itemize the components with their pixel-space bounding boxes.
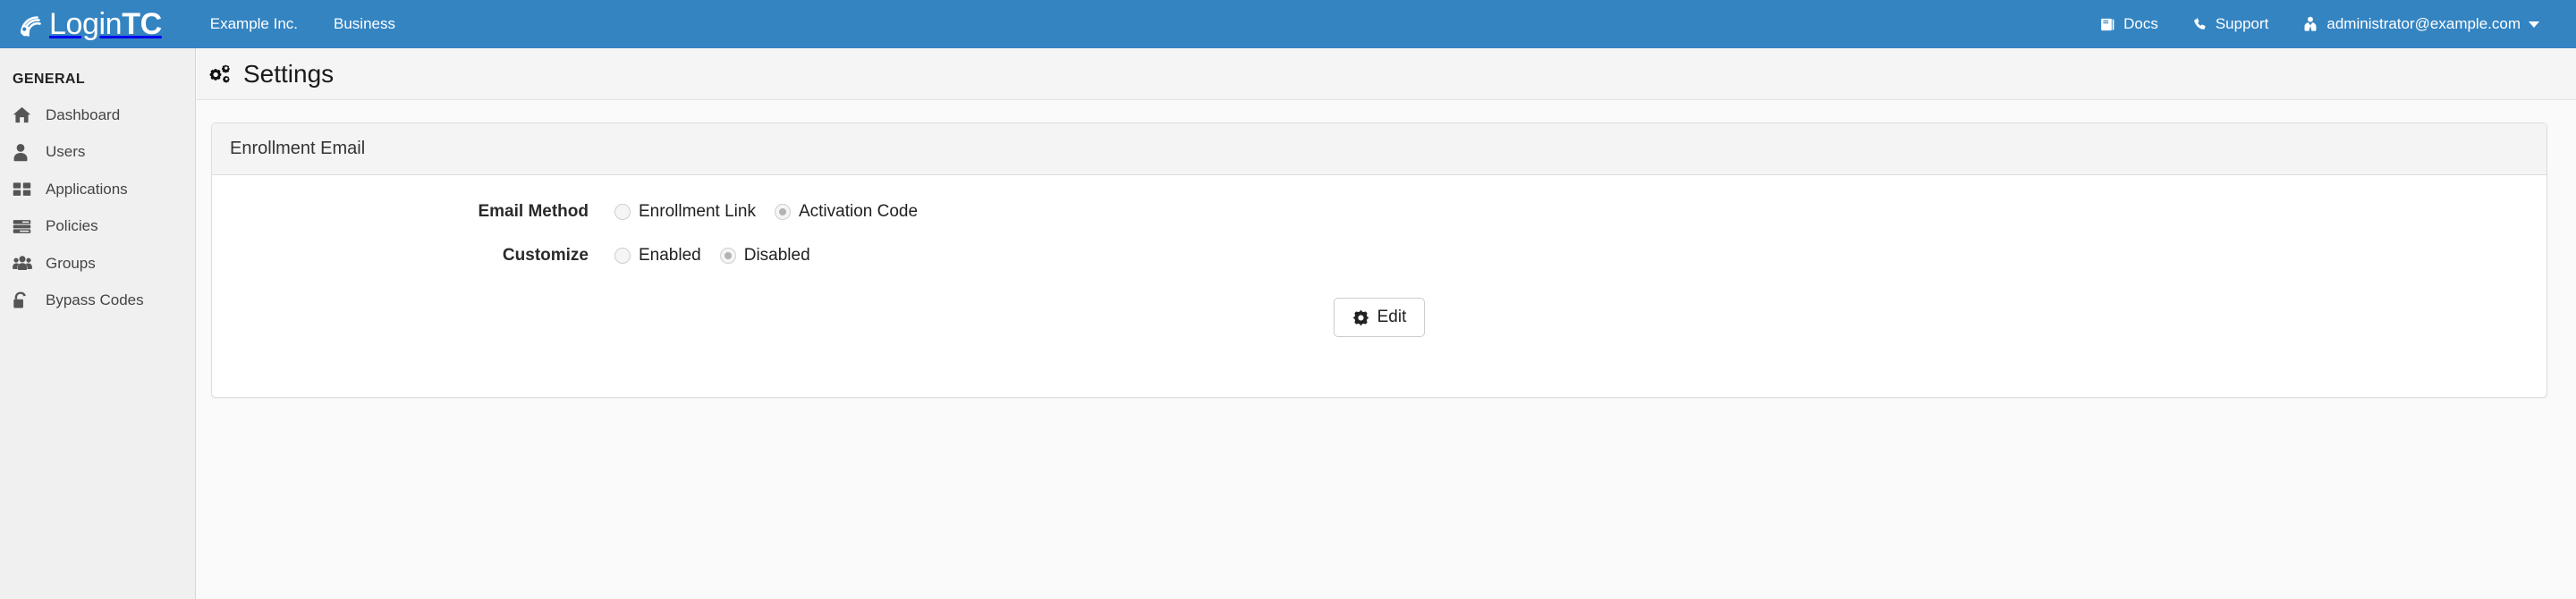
sidebar-item-label: Users [46, 143, 86, 161]
radio-label: Enabled [639, 246, 701, 265]
users-icon [13, 254, 38, 273]
account-email-label: administrator@example.com [2326, 15, 2521, 32]
brand-text-light: Login [49, 7, 123, 41]
radio-option-enrollment-link[interactable]: Enrollment Link [614, 202, 756, 222]
sidebar: GENERAL Dashboard Users Applications Pol… [0, 48, 196, 599]
page-header: Settings [197, 48, 2576, 100]
radio-label: Activation Code [798, 202, 919, 221]
user-icon [13, 143, 38, 162]
form-label-customize: Customize [502, 246, 589, 265]
cog-icon [1352, 308, 1369, 326]
nav-right-group: Docs Support administrator@example.com [2083, 0, 2576, 48]
sidebar-item-label: Bypass Codes [46, 291, 144, 309]
form-row-customize: Customize Enabled Disabled [230, 246, 2529, 266]
radio-group-email-method: Enrollment Link Activation Code [614, 202, 936, 222]
radio-option-activation-code[interactable]: Activation Code [774, 202, 919, 222]
sidebar-item-dashboard[interactable]: Dashboard [0, 97, 195, 134]
sidebar-item-label: Applications [46, 180, 128, 198]
panel-title: Enrollment Email [212, 123, 2546, 175]
nav-link-support[interactable]: Support [2175, 0, 2286, 48]
brand-wordmark: LoginTC [49, 9, 162, 39]
radio-label: Enrollment Link [639, 202, 756, 221]
edit-button[interactable]: Edit [1333, 298, 1426, 337]
nav-link-docs-label: Docs [2123, 15, 2158, 32]
form-label-email-method: Email Method [478, 202, 589, 221]
home-icon [13, 105, 38, 124]
sidebar-item-label: Groups [46, 254, 96, 272]
th-large-icon [13, 180, 38, 198]
nav-link-example-inc[interactable]: Example Inc. [192, 0, 316, 48]
phone-icon [2192, 17, 2207, 32]
top-navbar: LoginTC Example Inc. Business Docs Suppo… [0, 0, 2576, 48]
radio-group-customize: Enabled Disabled [614, 246, 829, 266]
nav-left-group: Example Inc. Business [192, 0, 413, 48]
sidebar-section-heading: GENERAL [13, 72, 86, 87]
radio-option-disabled[interactable]: Disabled [719, 246, 810, 266]
book-icon [2100, 17, 2115, 32]
list-server-icon [13, 217, 38, 236]
cogs-icon [209, 62, 234, 87]
edit-button-label: Edit [1377, 308, 1407, 326]
radio-enrollment-link[interactable] [614, 204, 631, 220]
brand-text-bold: TC [122, 7, 162, 41]
chevron-down-icon [2529, 21, 2539, 28]
nav-link-docs[interactable]: Docs [2083, 0, 2175, 48]
signal-waves-icon [13, 8, 45, 40]
radio-activation-code[interactable] [774, 204, 791, 220]
sidebar-item-policies[interactable]: Policies [0, 208, 195, 246]
sidebar-item-applications[interactable]: Applications [0, 171, 195, 208]
nav-link-support-label: Support [2215, 15, 2269, 32]
brand-logo[interactable]: LoginTC [13, 0, 162, 48]
unlock-icon [13, 291, 38, 310]
sidebar-item-groups[interactable]: Groups [0, 245, 195, 283]
panel-body: Email Method Enrollment Link Activation … [212, 175, 2546, 397]
form-row-email-method: Email Method Enrollment Link Activation … [230, 202, 2529, 222]
page-title: Settings [243, 59, 335, 88]
radio-option-enabled[interactable]: Enabled [614, 246, 701, 266]
panel-actions: Edit [230, 298, 2529, 337]
radio-label: Disabled [743, 246, 810, 265]
sidebar-item-label: Policies [46, 217, 98, 235]
main-content: Settings Enrollment Email Email Method E… [197, 48, 2576, 599]
radio-enabled[interactable] [614, 248, 631, 264]
sidebar-item-users[interactable]: Users [0, 134, 195, 172]
nav-link-business[interactable]: Business [316, 0, 413, 48]
sidebar-item-label: Dashboard [46, 105, 121, 123]
user-tie-icon [2302, 16, 2318, 32]
sidebar-item-bypass-codes[interactable]: Bypass Codes [0, 283, 195, 320]
enrollment-email-panel: Enrollment Email Email Method Enrollment… [211, 122, 2547, 398]
account-menu[interactable]: administrator@example.com [2285, 0, 2556, 48]
radio-disabled[interactable] [719, 248, 736, 264]
